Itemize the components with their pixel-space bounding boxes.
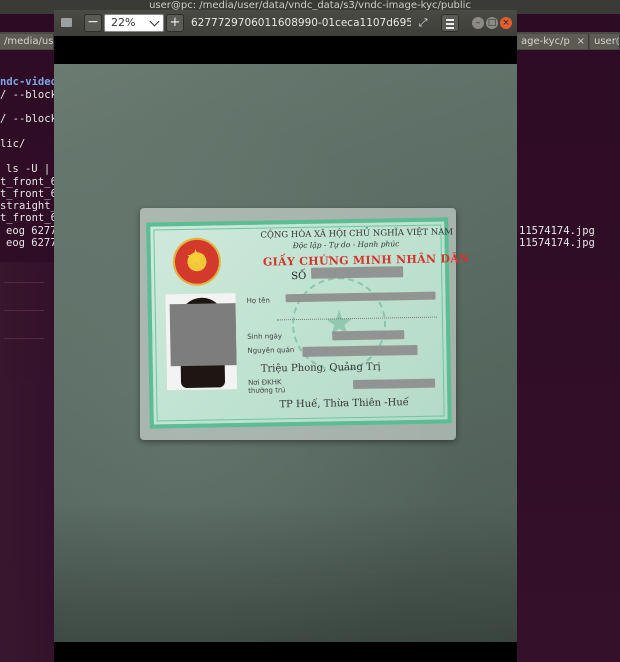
chevron-down-icon <box>149 16 160 27</box>
date-of-birth-label: Sinh ngày <box>247 332 283 341</box>
minimize-icon: – <box>475 18 481 28</box>
terminal-line: t_front_6 <box>0 176 57 188</box>
terminal-line: lic/ <box>0 138 26 150</box>
id-card: ★ ★ CỘNG HÒA XÃ HỘI CHỦ NGHĨA VIỆT NAM Đ… <box>146 217 470 429</box>
terminal-line: ls -U | <box>6 163 51 175</box>
terminal-line: ndc-video <box>0 76 57 88</box>
terminal-tab-label: age-kyc/p <box>521 36 570 47</box>
terminal-line: / --block <box>0 113 57 125</box>
terminal-tab-2[interactable]: age-kyc/p × <box>517 34 589 49</box>
redacted-residence-line <box>353 378 436 390</box>
terminal-tab-3[interactable]: user@pc: <box>590 34 620 49</box>
portrait-photo <box>165 293 238 391</box>
permanent-residence-label: Nơi ĐKHK thường trú <box>247 378 286 395</box>
permanent-residence-value: TP Huế, Thừa Thiên -Huế <box>279 397 409 411</box>
hamburger-menu-button[interactable] <box>441 14 459 32</box>
image-viewer-window: − 22% + 6277729706011608990-01ceca1107d6… <box>54 10 517 662</box>
terminal-line: t_front_6 <box>0 212 57 224</box>
full-name-label: Họ tên <box>246 296 270 305</box>
window-title: 6277729706011608990-01ceca1107d695e40... <box>191 17 411 29</box>
close-button[interactable]: × <box>500 17 512 29</box>
terminal-tab-label: user@pc: <box>594 36 619 47</box>
terminal-line: eog 6277 <box>6 237 57 249</box>
close-icon: × <box>502 18 510 28</box>
redacted-hometown-line <box>302 344 418 357</box>
redacted-date-of-birth <box>332 330 405 341</box>
close-icon[interactable]: × <box>577 34 585 49</box>
hometown-value: Triệu Phong, Quảng Trị <box>260 361 381 375</box>
redacted-id-number <box>311 266 404 279</box>
terminal-line: straight_ <box>0 200 57 212</box>
fullscreen-icon[interactable]: ⤢ <box>414 14 432 32</box>
zoom-in-button[interactable]: + <box>166 14 184 32</box>
zoom-out-button[interactable]: − <box>84 14 102 32</box>
displayed-image[interactable]: ★ ★ CỘNG HÒA XÃ HỘI CHỦ NGHĨA VIỆT NAM Đ… <box>54 64 517 642</box>
terminal-line: / --block <box>0 89 57 101</box>
terminal-line: 11574174.jpg <box>519 237 595 249</box>
terminal-tab-label: /media/user <box>4 36 54 47</box>
card-header-line2: Độc lập - Tự do - Hạnh phúc <box>292 239 400 251</box>
maximize-icon: □ <box>487 18 497 28</box>
maximize-button[interactable]: □ <box>486 17 498 29</box>
hometown-label: Nguyên quán <box>247 346 295 355</box>
gallery-icon <box>61 18 72 27</box>
terminal-line: 11574174.jpg <box>519 225 595 237</box>
id-number-label: SỐ <box>291 270 307 283</box>
zoom-value: 22% <box>111 16 136 29</box>
viewer-headerbar: − 22% + 6277729706011608990-01ceca1107d6… <box>54 10 517 36</box>
terminal-tab-1[interactable]: /media/user <box>0 34 54 49</box>
redacted-face <box>169 303 237 367</box>
terminal-line: eog 6277 <box>6 225 57 237</box>
gallery-button[interactable] <box>58 14 76 32</box>
terminal-line: t_front_6 <box>0 188 57 200</box>
zoom-level-dropdown[interactable]: 22% <box>104 14 164 32</box>
menu-icon <box>446 19 454 21</box>
minimize-button[interactable]: – <box>472 17 484 29</box>
